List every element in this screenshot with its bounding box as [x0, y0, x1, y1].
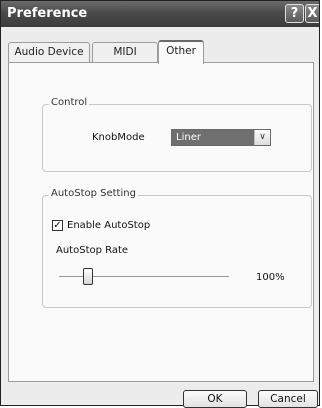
autostop-group: AutoStop Setting ✓ Enable AutoStop AutoS…	[42, 188, 312, 308]
autostop-group-title: AutoStop Setting	[49, 188, 138, 199]
close-icon: X	[307, 6, 318, 21]
ok-button[interactable]: OK	[183, 390, 247, 408]
enable-autostop-label[interactable]: Enable AutoStop	[67, 220, 150, 231]
tab-audio-device[interactable]: Audio Device	[8, 42, 90, 62]
chevron-down-icon[interactable]: ∨	[254, 130, 270, 145]
tab-midi-setting[interactable]: MIDI Setting	[92, 42, 158, 77]
title-bar[interactable]: Preference ? X	[1, 1, 319, 27]
checkmark-icon: ✓	[53, 220, 62, 231]
preference-dialog: Preference ? X Audio Device MIDI Setting…	[0, 0, 320, 408]
autostop-rate-label: AutoStop Rate	[56, 245, 129, 256]
tab-panel-other: Control KnobMode Liner ∨ AutoStop Settin…	[8, 62, 314, 382]
knob-mode-label: KnobMode	[92, 132, 145, 143]
close-button[interactable]: X	[305, 4, 319, 23]
control-group-title: Control	[49, 97, 90, 108]
autostop-rate-slider-thumb[interactable]	[82, 268, 93, 285]
enable-autostop-checkbox[interactable]: ✓	[52, 220, 63, 231]
knob-mode-value: Liner	[176, 132, 201, 143]
knob-mode-select[interactable]: Liner ∨	[171, 129, 271, 146]
control-group: Control KnobMode Liner ∨	[42, 97, 312, 172]
cancel-button[interactable]: Cancel	[258, 390, 318, 408]
help-button[interactable]: ?	[285, 4, 304, 23]
autostop-rate-value: 100%	[256, 272, 285, 283]
help-icon: ?	[290, 6, 299, 21]
window-title: Preference	[7, 6, 88, 21]
tab-other[interactable]: Other	[158, 40, 204, 64]
